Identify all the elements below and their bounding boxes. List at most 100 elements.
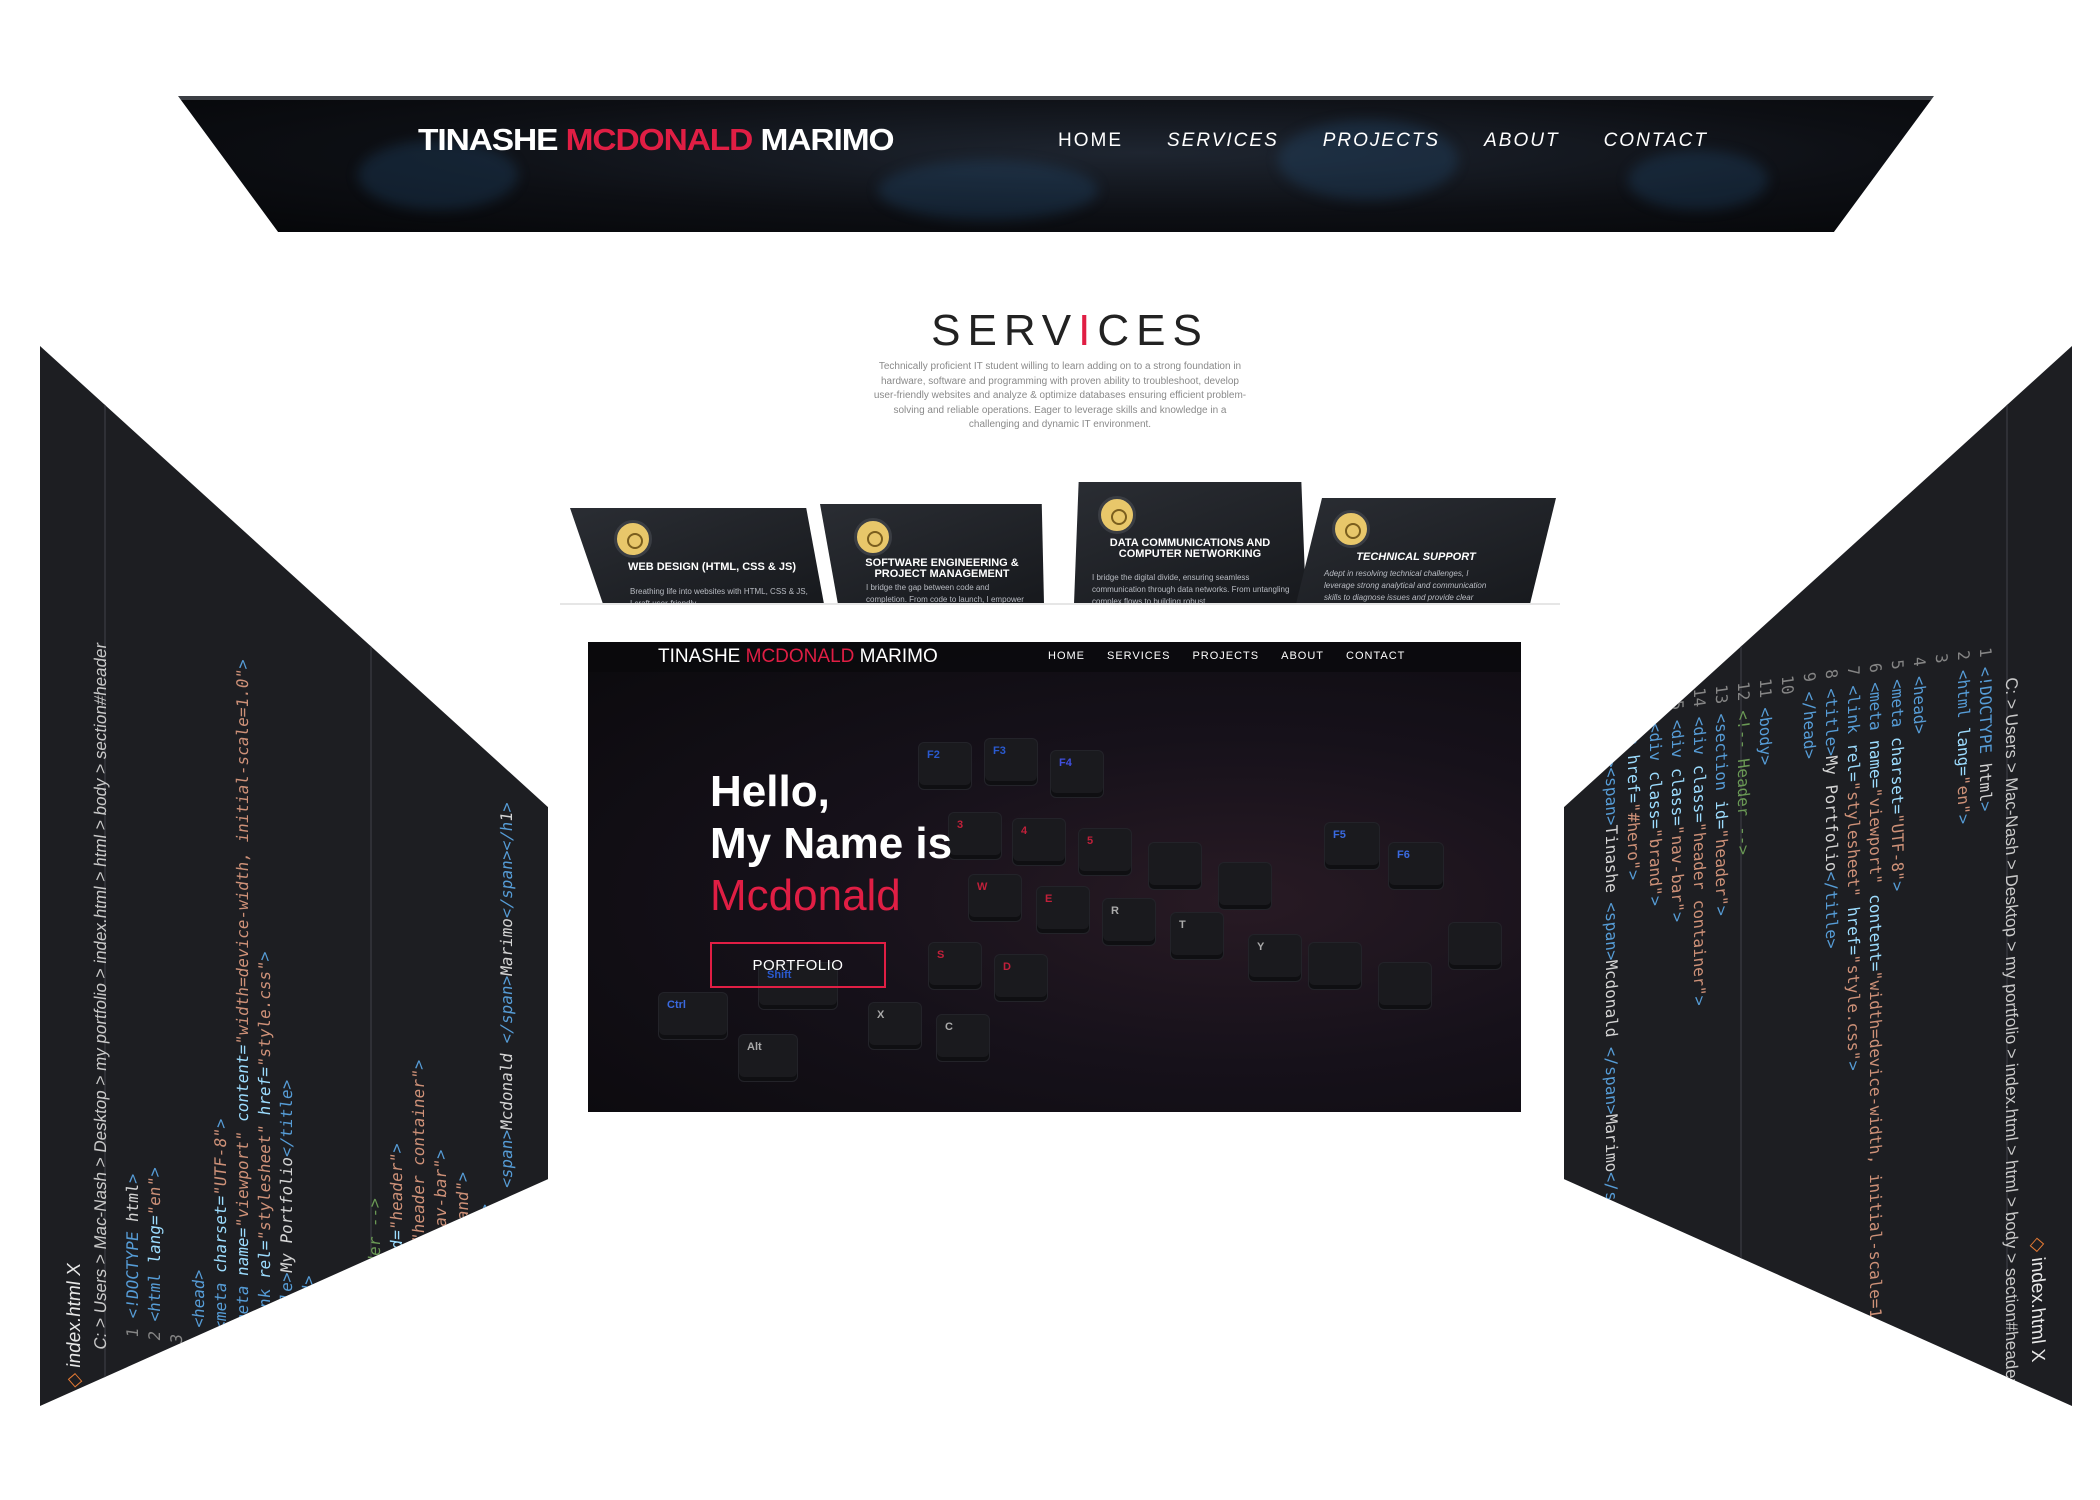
service-card-title: DATA COMMUNICATIONS AND COMPUTER NETWORK… (1109, 537, 1271, 560)
service-card-text: Breathing life into websites with HTML, … (630, 587, 808, 604)
bokeh-glow (878, 160, 1098, 220)
line-number: 4 (189, 1326, 208, 1349)
hero-greeting: Hello, My Name is Mcdonald (710, 766, 952, 922)
code-line[interactable]: 14 <div class="header container"> (1688, 686, 1710, 1383)
code-line[interactable]: 2 <html lang="en"> (144, 645, 166, 1342)
keyboard-key: E (1036, 886, 1090, 934)
code-line[interactable]: 16 <div class="brand"> (1644, 692, 1666, 1389)
code-line[interactable]: 1 <!DOCTYPE html> (122, 642, 144, 1339)
code-line[interactable]: 11 <body> (342, 673, 364, 1370)
greeting-line: Hello, (710, 767, 830, 816)
line-number: 8 (277, 1338, 296, 1361)
code-text: <div class="header container"> (409, 1058, 428, 1351)
code-line[interactable]: 17 <a href="#hero"> (1622, 695, 1644, 1392)
code-line[interactable]: 10 (320, 670, 342, 1367)
keyboard-key: Y (1248, 934, 1302, 982)
nav-about[interactable]: ABOUT (1281, 650, 1324, 662)
nav-projects[interactable]: PROJECTS (1192, 650, 1259, 662)
close-icon[interactable]: X (64, 1262, 85, 1278)
top-nav: HOME SERVICES PROJECTS ABOUT CONTACT (1058, 130, 1708, 152)
keyboard-key (1218, 862, 1272, 910)
nav-about[interactable]: ABOUT (1484, 130, 1559, 152)
code-line[interactable]: 3 (166, 649, 188, 1346)
nav-services[interactable]: SERVICES (1107, 650, 1170, 662)
code-line[interactable]: 15 <div class="nav-bar"> (1666, 689, 1688, 1386)
site-brand[interactable]: TINASHE MCDONALD MARIMO (418, 122, 895, 158)
service-card-technical-support[interactable]: TECHNICAL SUPPORT Adept in resolving tec… (1296, 498, 1556, 604)
line-number: 18 (1602, 698, 1621, 731)
code-line[interactable]: 7 <link rel="stylesheet" href="style.css… (1842, 665, 1864, 1362)
code-line[interactable]: 11 <body> (1754, 677, 1776, 1374)
code-lines: 1 <!DOCTYPE html> 2 <html lang="en"> 3 4… (122, 642, 518, 1391)
code-text: <!DOCTYPE html> (123, 1172, 142, 1320)
portfolio-button[interactable]: PORTFOLIO (710, 942, 886, 988)
line-number: 10 (321, 1344, 340, 1367)
code-text: <body> (1756, 705, 1775, 767)
service-card-web-design[interactable]: WEB DESIGN (HTML, CSS & JS) Breathing li… (570, 508, 824, 604)
code-line[interactable]: 15 <div class="nav-bar"> (430, 686, 452, 1383)
code-line[interactable]: 8 <title>My Portfolio</title> (1820, 668, 1842, 1365)
code-lines: 1 <!DOCTYPE html> 2 <html lang="en"> 3 4… (1600, 646, 1996, 1395)
keyboard-key (1308, 942, 1362, 990)
code-text: <html lang="en"> (1954, 668, 1973, 826)
code-text: <div class="brand"> (1646, 721, 1665, 908)
code-text: <section id="header"> (1712, 712, 1731, 918)
code-line[interactable]: 2 <html lang="en"> (1952, 649, 1974, 1346)
nav-projects[interactable]: PROJECTS (1323, 130, 1440, 152)
code-line[interactable]: 9 </head> (298, 667, 320, 1364)
nav-contact[interactable]: CONTACT (1604, 130, 1708, 152)
nav-home[interactable]: HOME (1058, 130, 1123, 152)
code-text: <html lang="en"> (145, 1165, 164, 1323)
line-number: 12 (1734, 680, 1753, 712)
code-line[interactable]: 17 <a href="#hero"> (474, 692, 496, 1389)
service-card-data-communications[interactable]: DATA COMMUNICATIONS AND COMPUTER NETWORK… (1074, 482, 1306, 604)
line-number: 17 (475, 1356, 494, 1389)
code-line[interactable]: 8 <title>My Portfolio</title> (276, 664, 298, 1361)
code-line[interactable]: 18 <h1><span>Tinashe <span>Mcdonald </sp… (1600, 699, 1622, 1396)
line-number: 5 (211, 1329, 230, 1352)
code-line[interactable]: 14 <div class="header container"> (408, 683, 430, 1380)
code-line[interactable]: 9 </head> (1798, 671, 1820, 1368)
keyboard-key: W (968, 874, 1022, 922)
code-line[interactable]: 5 <meta charset="UTF-8"> (210, 655, 232, 1352)
code-line[interactable]: 12 <!-- Header --> (364, 676, 386, 1373)
line-number: 11 (343, 1338, 362, 1370)
code-line[interactable]: 4 <head> (188, 652, 210, 1349)
code-line[interactable]: 13 <section id="header"> (386, 680, 408, 1377)
nav-home[interactable]: HOME (1048, 650, 1085, 662)
code-line[interactable]: 3 (1930, 652, 1952, 1349)
code-line[interactable]: 1 <!DOCTYPE html> (1974, 646, 1996, 1343)
nav-contact[interactable]: CONTACT (1346, 650, 1405, 662)
code-line[interactable]: 7 <link rel="stylesheet" href="style.css… (254, 661, 276, 1358)
code-text: <!DOCTYPE html> (1976, 665, 1995, 813)
line-number: 3 (167, 1332, 186, 1345)
keyboard-key: 3 (948, 812, 1002, 860)
editor-tab[interactable]: ◇ index.html X (2026, 1236, 2048, 1364)
keyboard-key (1378, 962, 1432, 1010)
breadcrumb: C: > Users > Mac-Nash > Desktop > my por… (91, 641, 110, 1351)
keyboard-key: F3 (984, 738, 1038, 786)
code-line[interactable]: 10 (1776, 674, 1798, 1371)
code-line[interactable]: 18 <h1><span>Tinashe <span>Mcdonald </sp… (496, 695, 518, 1392)
code-line[interactable]: 13 <section id="header"> (1710, 683, 1732, 1380)
line-number: 2 (145, 1319, 164, 1342)
code-line[interactable]: 16 <div class="brand"> (452, 689, 474, 1386)
code-line[interactable]: 4 <head> (1908, 655, 1930, 1352)
hero-brand[interactable]: TINASHE MCDONALD MARIMO (658, 646, 938, 668)
keyboard-key: 4 (1012, 818, 1066, 866)
code-line[interactable]: 6 <meta name="viewport" content="width=d… (1864, 661, 1886, 1358)
code-line[interactable]: 12 <!-- Header --> (1732, 680, 1754, 1377)
hero-nav: HOME SERVICES PROJECTS ABOUT CONTACT (1048, 650, 1405, 662)
service-card-text: I bridge the digital divide, ensuring se… (1092, 573, 1290, 604)
code-line[interactable]: 5 <meta charset="UTF-8"> (1886, 658, 1908, 1355)
service-card-title: TECHNICAL SUPPORT (1356, 551, 1476, 563)
gear-icon (1332, 510, 1370, 548)
code-text: <meta charset="UTF-8"> (1888, 677, 1907, 893)
service-card-software-engineering[interactable]: SOFTWARE ENGINEERING & PROJECT MANAGEMEN… (820, 504, 1044, 604)
services-heading-accent: I (1078, 306, 1098, 355)
nav-services[interactable]: SERVICES (1167, 130, 1279, 152)
code-line[interactable]: 6 <meta name="viewport" content="width=d… (232, 658, 254, 1355)
close-icon[interactable]: X (2027, 1348, 2048, 1364)
editor-tab[interactable]: ◇ index.html X (64, 1262, 86, 1390)
